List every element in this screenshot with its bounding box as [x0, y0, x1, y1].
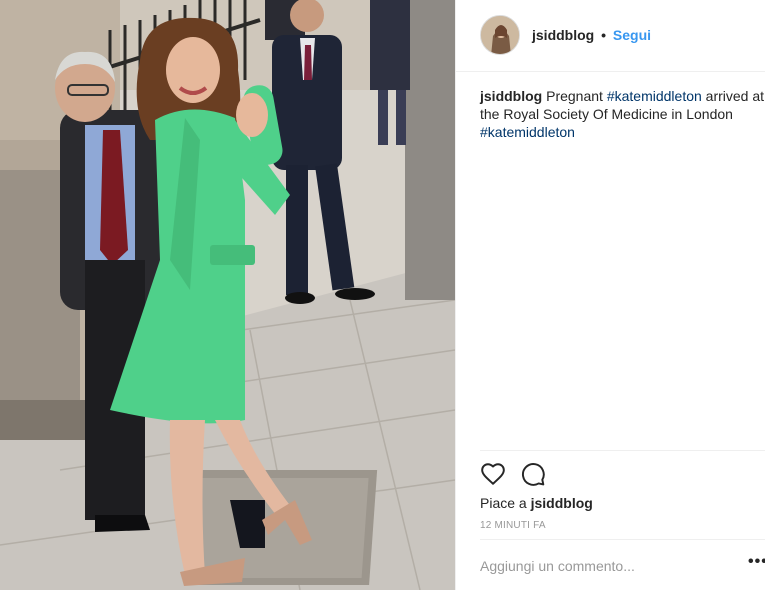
post-header: jsiddblog • Segui	[456, 0, 765, 72]
caption-username[interactable]: jsiddblog	[480, 88, 542, 104]
post-caption: jsiddblog Pregnant #katemiddleton arrive…	[480, 87, 765, 141]
header-user-line: jsiddblog • Segui	[532, 27, 651, 43]
comment-input[interactable]	[480, 552, 730, 580]
comment-divider	[480, 539, 765, 540]
more-options-icon[interactable]: •••	[748, 554, 765, 574]
post-photo[interactable]	[0, 0, 455, 590]
actions-divider	[480, 450, 765, 451]
avatar[interactable]	[480, 15, 520, 55]
post-timestamp[interactable]: 12 MINUTI FA	[480, 520, 546, 531]
likes-username[interactable]: jsiddblog	[531, 495, 593, 511]
likes-prefix: Piace a	[480, 495, 531, 511]
comment-bubble-icon[interactable]	[520, 461, 546, 487]
heart-icon[interactable]	[480, 461, 506, 487]
caption-hashtag-1[interactable]: #katemiddleton	[607, 88, 702, 104]
photo-illustration	[0, 0, 455, 590]
avatar-image	[481, 16, 519, 54]
follow-button[interactable]: Segui	[613, 27, 651, 43]
likes-line: Piace a jsiddblog	[480, 495, 593, 511]
header-separator: •	[601, 27, 607, 43]
post-side-panel: jsiddblog • Segui jsiddblog Pregnant #ka…	[456, 0, 765, 590]
caption-text-1: Pregnant	[542, 88, 607, 104]
caption-hashtag-2[interactable]: #katemiddleton	[480, 124, 575, 140]
username-link[interactable]: jsiddblog	[532, 27, 594, 43]
